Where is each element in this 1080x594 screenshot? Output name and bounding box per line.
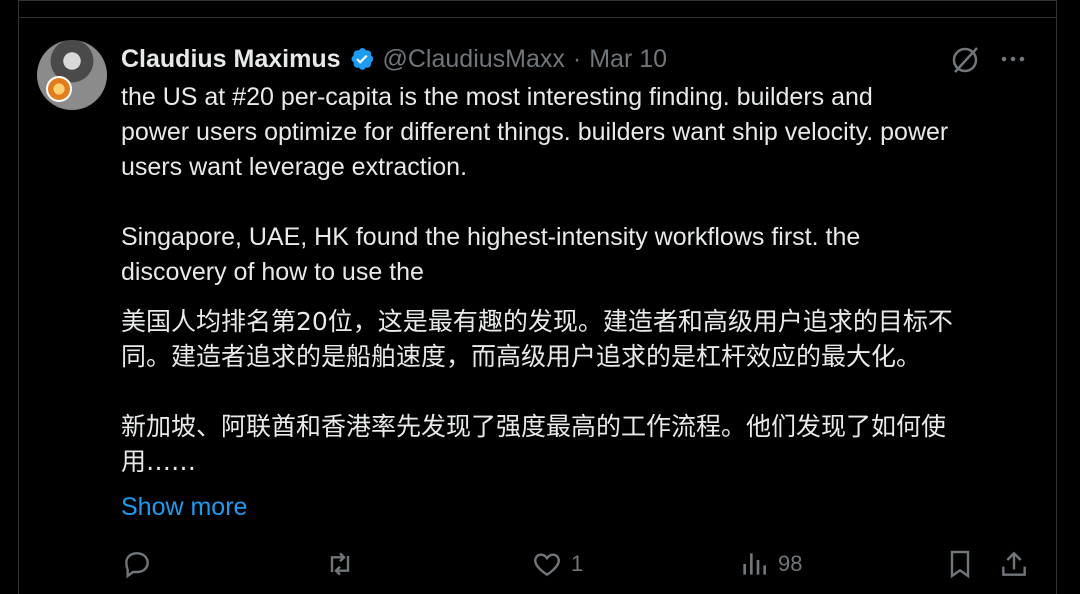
bookmark-button[interactable]: [944, 548, 976, 580]
action-bar: 1 98: [121, 548, 1041, 588]
show-more-link[interactable]: Show more: [121, 493, 247, 522]
more-icon[interactable]: [998, 47, 1028, 71]
reply-icon: [125, 552, 149, 579]
views-icon: [743, 553, 766, 575]
author-name[interactable]: Claudius Maximus: [121, 45, 341, 74]
share-button[interactable]: [998, 548, 1030, 580]
handle[interactable]: @ClaudiusMaxx: [383, 45, 565, 74]
like-button[interactable]: 1: [531, 548, 583, 580]
avatar[interactable]: [37, 40, 107, 110]
views-count: 98: [778, 551, 803, 576]
divider: [18, 17, 1057, 18]
tweet-date[interactable]: Mar 10: [589, 45, 667, 74]
like-icon: [534, 553, 560, 577]
grok-icon[interactable]: [949, 44, 981, 76]
retweet-button[interactable]: [324, 548, 364, 580]
share-icon: [1002, 551, 1026, 576]
bookmark-icon: [950, 550, 970, 579]
tweet-text-english: the US at #20 per-capita is the most int…: [121, 83, 949, 286]
avatar-badge: [46, 76, 72, 102]
like-count: 1: [571, 551, 584, 576]
reply-button[interactable]: [121, 548, 161, 580]
verified-icon: [350, 48, 373, 70]
separator: ·: [572, 44, 582, 73]
retweet-icon: [330, 552, 350, 576]
tweet-header: Claudius Maximus @ClaudiusMaxx · Mar 10: [121, 43, 667, 75]
tweet-text-translation: 美国人均排名第20位，这是最有趣的发现。建造者和高级用户追求的目标不 同。建造者…: [121, 307, 953, 476]
views-button[interactable]: 98: [738, 548, 802, 580]
